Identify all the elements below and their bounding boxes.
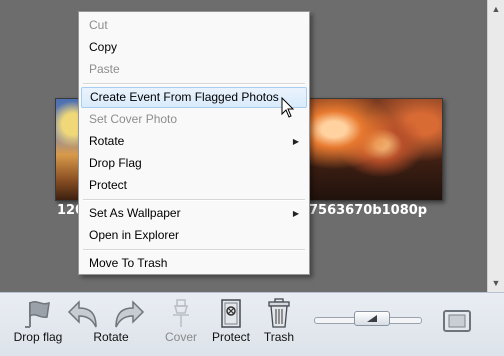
pin-icon: [173, 299, 189, 327]
menu-item-protect[interactable]: Protect: [81, 175, 307, 196]
trash-icon: [268, 298, 290, 328]
menu-item-label: Copy: [89, 40, 118, 54]
scroll-down-arrow-icon[interactable]: ▼: [490, 276, 502, 290]
flag-icon: [25, 300, 50, 328]
menu-item-label: Open in Explorer: [89, 228, 180, 242]
menu-item-label: Cut: [89, 18, 108, 32]
trash-label: Trash: [263, 330, 295, 344]
menu-item-cut[interactable]: Cut: [81, 15, 307, 36]
menu-item-paste[interactable]: Paste: [81, 59, 307, 80]
fit-screen-icon: [443, 310, 471, 332]
thumbnail-label: 7563670b1080p: [309, 203, 428, 218]
menu-item-set-as-wallpaper[interactable]: Set As Wallpaper ▶: [81, 203, 307, 224]
rotate-left-icon: [67, 300, 97, 328]
cover-label: Cover: [164, 330, 197, 344]
drop-flag-button[interactable]: Drop flag: [6, 293, 70, 353]
zoom-slider-thumb[interactable]: [354, 311, 390, 326]
menu-item-label: Move To Trash: [89, 256, 168, 270]
rotate-right-icon: [115, 300, 145, 328]
menu-item-drop-flag[interactable]: Drop Flag: [81, 153, 307, 174]
menu-item-label: Set As Wallpaper: [89, 206, 181, 220]
menu-item-open-in-explorer[interactable]: Open in Explorer: [81, 225, 307, 246]
menu-item-copy[interactable]: Copy: [81, 37, 307, 58]
submenu-arrow-icon: ▶: [292, 137, 299, 146]
menu-item-rotate[interactable]: Rotate ▶: [81, 131, 307, 152]
menu-item-create-event[interactable]: Create Event From Flagged Photos: [81, 87, 307, 108]
menu-item-label: Protect: [89, 178, 128, 192]
lock-box-icon: [221, 299, 241, 328]
menu-item-set-cover-photo[interactable]: Set Cover Photo: [81, 109, 307, 130]
trash-button[interactable]: Trash: [257, 293, 301, 353]
menu-separator: [83, 199, 305, 201]
drop-flag-label: Drop flag: [13, 330, 63, 344]
vertical-scrollbar[interactable]: ▲ ▼: [487, 0, 504, 292]
rotate-right-button[interactable]: [108, 293, 148, 353]
submenu-arrow-icon: ▶: [292, 209, 299, 218]
context-menu: Cut Copy Paste Create Event From Flagged…: [78, 11, 310, 275]
fit-to-screen-button[interactable]: [440, 293, 474, 353]
bottom-toolbar: Drop flag Rotate Cover Protect Trash: [0, 292, 504, 356]
scroll-up-arrow-icon[interactable]: ▲: [490, 2, 502, 16]
menu-item-move-to-trash[interactable]: Move To Trash: [81, 253, 307, 274]
photo-thumbnail[interactable]: [306, 98, 443, 201]
rotate-left-button[interactable]: [64, 293, 104, 353]
menu-item-label: Rotate: [89, 134, 125, 148]
menu-item-label: Drop Flag: [89, 156, 142, 170]
cover-button[interactable]: Cover: [158, 293, 204, 353]
menu-separator: [83, 83, 305, 85]
protect-label: Protect: [211, 330, 250, 344]
menu-separator: [83, 249, 305, 251]
menu-item-label: Set Cover Photo: [89, 112, 178, 126]
menu-item-label: Paste: [89, 62, 120, 76]
mouse-pointer-icon: [281, 97, 295, 118]
protect-button[interactable]: Protect: [207, 293, 255, 353]
menu-item-label: Create Event From Flagged Photos: [90, 90, 279, 104]
